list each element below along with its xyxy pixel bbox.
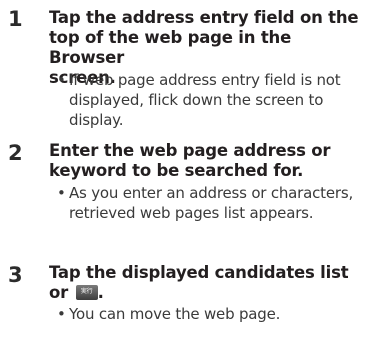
step-note: • If web page address entry field is not…: [57, 70, 373, 130]
note-text: As you enter an address or characters, r…: [57, 183, 373, 223]
heading-line: Tap the address entry field on the: [49, 8, 359, 27]
bullet: •: [57, 305, 66, 323]
step-number: 1: [8, 7, 23, 31]
execute-key-icon: 実行: [75, 284, 98, 300]
note-line: You can move the web page.: [69, 305, 281, 323]
step-heading: Tap the displayed candidates list or 実行 …: [49, 263, 371, 303]
bullet: •: [57, 71, 66, 89]
heading-line: Tap the displayed candidates list: [49, 263, 349, 282]
step-note: • As you enter an address or characters,…: [57, 183, 373, 223]
heading-line: keyword to be searched for.: [49, 161, 304, 180]
heading-fragment: or: [49, 283, 69, 302]
note-text: If web page address entry field is not d…: [57, 70, 373, 130]
note-line: As you enter an address or characters,: [69, 184, 354, 202]
key-label: 実行: [80, 287, 93, 295]
heading-line: or 実行 .: [49, 283, 371, 303]
heading-suffix: .: [97, 283, 104, 302]
bullet: •: [57, 184, 66, 202]
note-line: display.: [69, 111, 124, 129]
note-line: displayed, flick down the screen to: [69, 91, 324, 109]
instruction-page: 1 Tap the address entry field on the top…: [0, 0, 379, 351]
step-number: 2: [8, 141, 23, 165]
heading-line: top of the web page in the Browser: [49, 28, 292, 67]
heading-line: Enter the web page address or: [49, 141, 331, 160]
note-line: retrieved web pages list appears.: [69, 204, 314, 222]
note-line: If web page address entry field is not: [69, 71, 341, 89]
step-note: • You can move the web page.: [57, 304, 373, 324]
note-text: You can move the web page.: [57, 304, 373, 324]
step-heading: Enter the web page address or keyword to…: [49, 141, 371, 181]
step-number: 3: [8, 263, 23, 287]
